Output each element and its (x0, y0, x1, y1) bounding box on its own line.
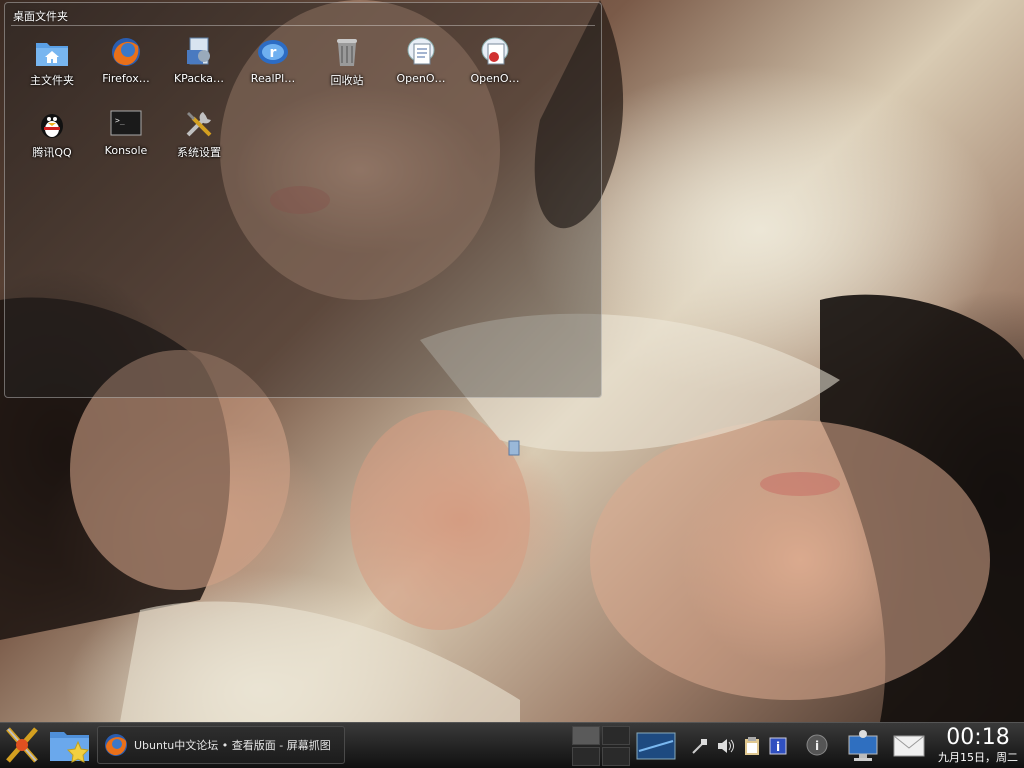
folder-view-divider (11, 25, 595, 26)
icon-label: Konsole (104, 144, 148, 157)
svg-text:i: i (815, 739, 819, 753)
icon-label: KPacka… (173, 72, 225, 85)
network-monitor-icon[interactable] (846, 728, 880, 764)
desktop-icon-system-settings[interactable]: 系统设置 (164, 107, 234, 160)
info-icon[interactable]: i (806, 734, 828, 756)
openoffice-impress-icon (478, 35, 512, 69)
desktop-small-cursor-icon (508, 440, 520, 456)
pager-desktop-1[interactable] (572, 726, 600, 745)
realplayer-icon: r (256, 35, 290, 69)
desktop-icon-trash[interactable]: 回收站 (312, 35, 382, 88)
clock-time: 00:18 (946, 725, 1010, 750)
svg-text:i: i (776, 740, 780, 754)
svg-text:>_: >_ (115, 116, 125, 125)
icon-label: Firefox… (102, 72, 150, 85)
desktop-icon-home[interactable]: 主文件夹 (17, 35, 87, 88)
firefox-icon (105, 734, 127, 756)
clock-date: 九月15日，周二 (938, 751, 1018, 764)
favorites-folder-icon[interactable] (48, 726, 92, 766)
folder-view-title: 桌面文件夹 (13, 10, 68, 23)
show-desktop-icon[interactable] (636, 731, 676, 761)
icon-label: OpenO… (470, 72, 520, 85)
firefox-icon (109, 35, 143, 69)
volume-icon[interactable] (716, 736, 736, 756)
desktop-icon-kpackage[interactable]: KPacka… (164, 35, 234, 85)
desktop-icon-openoffice-impress[interactable]: OpenO… (460, 35, 530, 85)
konsole-terminal-icon: >_ (109, 107, 143, 141)
desktop-icon-openoffice-writer[interactable]: OpenO… (386, 35, 456, 85)
qq-penguin-icon (35, 107, 69, 141)
kde-launcher-icon[interactable] (2, 725, 42, 765)
desktop-icon-realplayer[interactable]: r RealPl… (238, 35, 308, 85)
icon-label: RealPl… (250, 72, 296, 85)
icon-label: OpenO… (396, 72, 446, 85)
task-label: Ubuntu中文论坛 • 查看版面 - 屏幕抓图 (134, 739, 331, 752)
pager-desktop-3[interactable] (572, 747, 600, 766)
clipboard-icon[interactable] (742, 736, 762, 756)
mail-icon[interactable] (892, 733, 926, 759)
desktop-pager[interactable] (572, 726, 630, 766)
desktop-folder-view: 桌面文件夹 主文件夹 Firefox… KPacka… r RealPl… 回收… (4, 2, 602, 398)
taskbar-task-firefox[interactable]: Ubuntu中文论坛 • 查看版面 - 屏幕抓图 (97, 726, 345, 764)
notes-info-icon[interactable]: i (768, 736, 788, 756)
home-folder-icon (35, 35, 69, 69)
desktop-icon-konsole[interactable]: >_ Konsole (91, 107, 161, 157)
pager-desktop-4[interactable] (602, 747, 630, 766)
icon-label: 系统设置 (177, 146, 221, 159)
taskbar-panel: Ubuntu中文论坛 • 查看版面 - 屏幕抓图 i i 00:18 九月15日… (0, 722, 1024, 768)
icon-label: 腾讯QQ (32, 146, 72, 159)
svg-text:r: r (270, 45, 277, 61)
pager-desktop-2[interactable] (602, 726, 630, 745)
desktop-icon-qq[interactable]: 腾讯QQ (17, 107, 87, 160)
digital-clock[interactable]: 00:18 九月15日，周二 (934, 725, 1022, 765)
system-tray: i (690, 733, 788, 759)
system-settings-tools-icon (182, 107, 216, 141)
network-plug-icon[interactable] (690, 736, 710, 756)
icon-label: 回收站 (330, 74, 364, 87)
kpackage-icon (182, 35, 216, 69)
desktop-icon-firefox[interactable]: Firefox… (91, 35, 161, 85)
openoffice-writer-icon (404, 35, 438, 69)
trash-icon (330, 35, 364, 69)
icon-label: 主文件夹 (30, 74, 74, 87)
